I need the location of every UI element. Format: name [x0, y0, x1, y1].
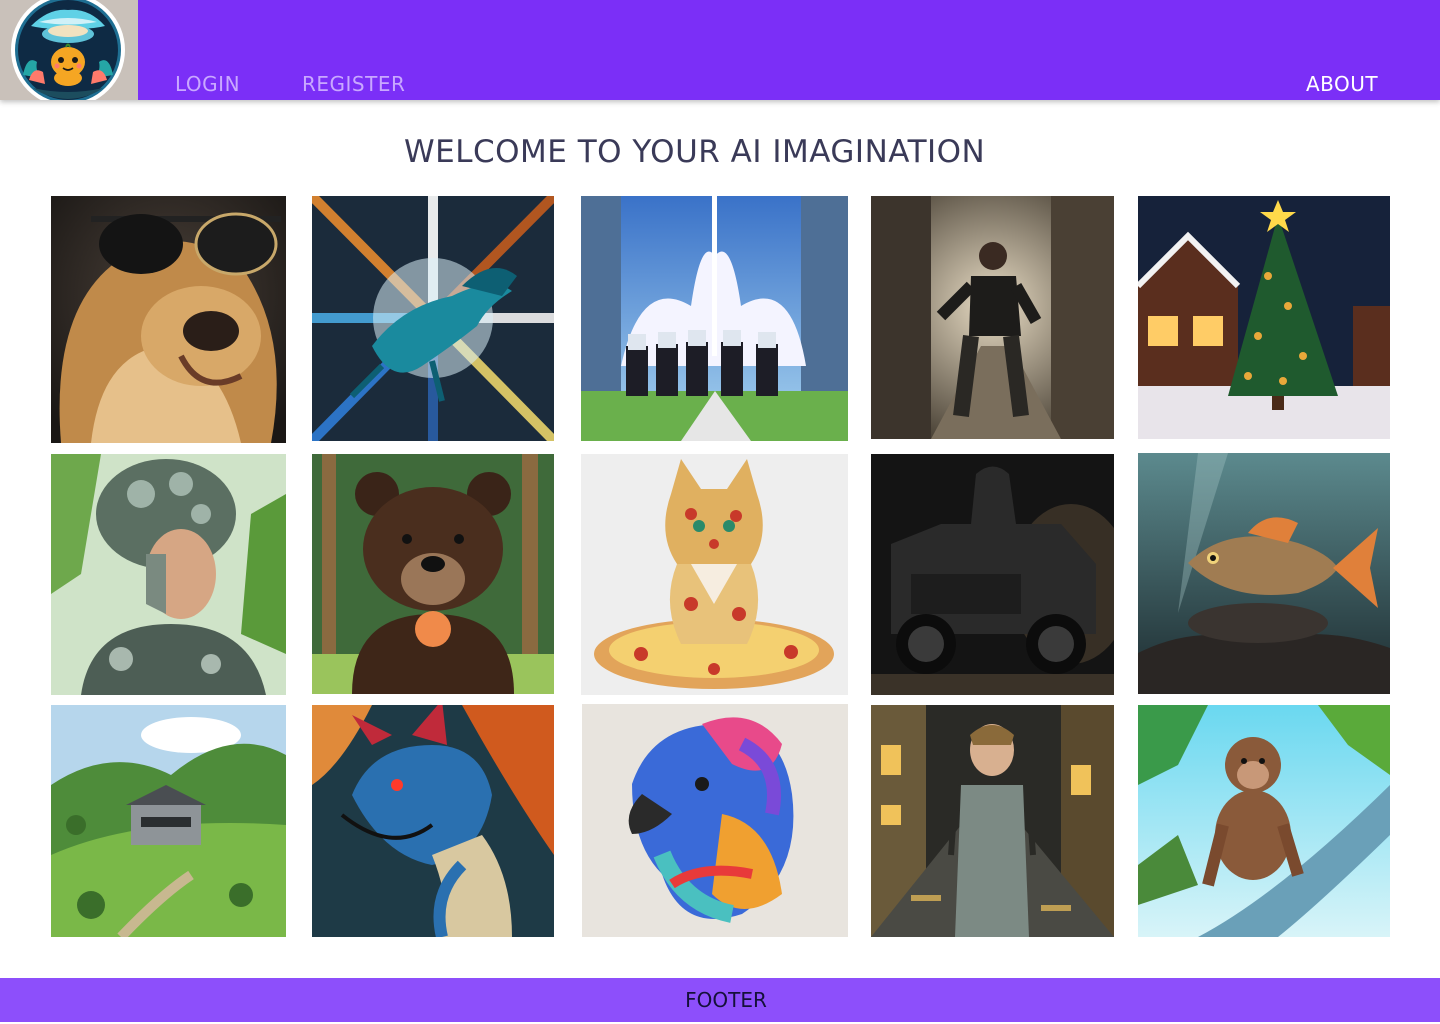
- rainbow-dog-image: [582, 704, 848, 937]
- nav-login-link[interactable]: LOGIN: [175, 72, 240, 96]
- running-man-image: [871, 196, 1114, 439]
- gallery-image-monkey-branch[interactable]: [1138, 705, 1390, 937]
- dragon-portrait-image: [312, 705, 554, 937]
- nav-about-link[interactable]: ABOUT: [1306, 72, 1378, 96]
- gallery-image-bear-flower[interactable]: [312, 454, 554, 694]
- footer-label: FOOTER: [685, 988, 767, 1012]
- christmas-tree-image: [1138, 196, 1390, 439]
- gallery-image-boy-rain[interactable]: [871, 705, 1114, 937]
- gallery-image-cyborg-woman[interactable]: [51, 454, 286, 695]
- gallery-image-dragon-portrait[interactable]: [312, 705, 554, 937]
- dragon-burst-image: [312, 196, 554, 441]
- page-footer: FOOTER: [0, 978, 1440, 1022]
- gallery-image-rainbow-dog[interactable]: [582, 704, 848, 937]
- fish-underwater-image: [1138, 453, 1390, 694]
- cyborg-woman-image: [51, 454, 286, 695]
- top-navbar: LOGIN REGISTER ABOUT: [0, 0, 1440, 100]
- gallery-image-dog-sunglasses[interactable]: [51, 196, 286, 443]
- site-logo[interactable]: [0, 0, 138, 100]
- gallery-image-running-man[interactable]: [871, 196, 1114, 439]
- hillside-house-image: [51, 705, 286, 937]
- page-title: WELCOME TO YOUR AI IMAGINATION: [404, 134, 986, 170]
- gallery-image-pizza-cat[interactable]: [581, 454, 848, 695]
- gallery-image-fish-underwater[interactable]: [1138, 453, 1390, 694]
- nav-register-link[interactable]: REGISTER: [302, 72, 405, 96]
- pizza-cat-image: [581, 454, 848, 695]
- dog-sunglasses-image: [51, 196, 286, 443]
- boy-rain-image: [871, 705, 1114, 937]
- riders-anime-image: [581, 196, 848, 441]
- gallery-image-hillside-house[interactable]: [51, 705, 286, 937]
- gallery-image-christmas-tree[interactable]: [1138, 196, 1390, 439]
- logo-mascot-icon: [11, 0, 125, 100]
- bear-flower-image: [312, 454, 554, 694]
- gallery-image-dark-jeep[interactable]: [871, 454, 1114, 695]
- gallery-image-riders-anime[interactable]: [581, 196, 848, 441]
- dark-jeep-image: [871, 454, 1114, 695]
- gallery-image-dragon-burst[interactable]: [312, 196, 554, 441]
- monkey-branch-image: [1138, 705, 1390, 937]
